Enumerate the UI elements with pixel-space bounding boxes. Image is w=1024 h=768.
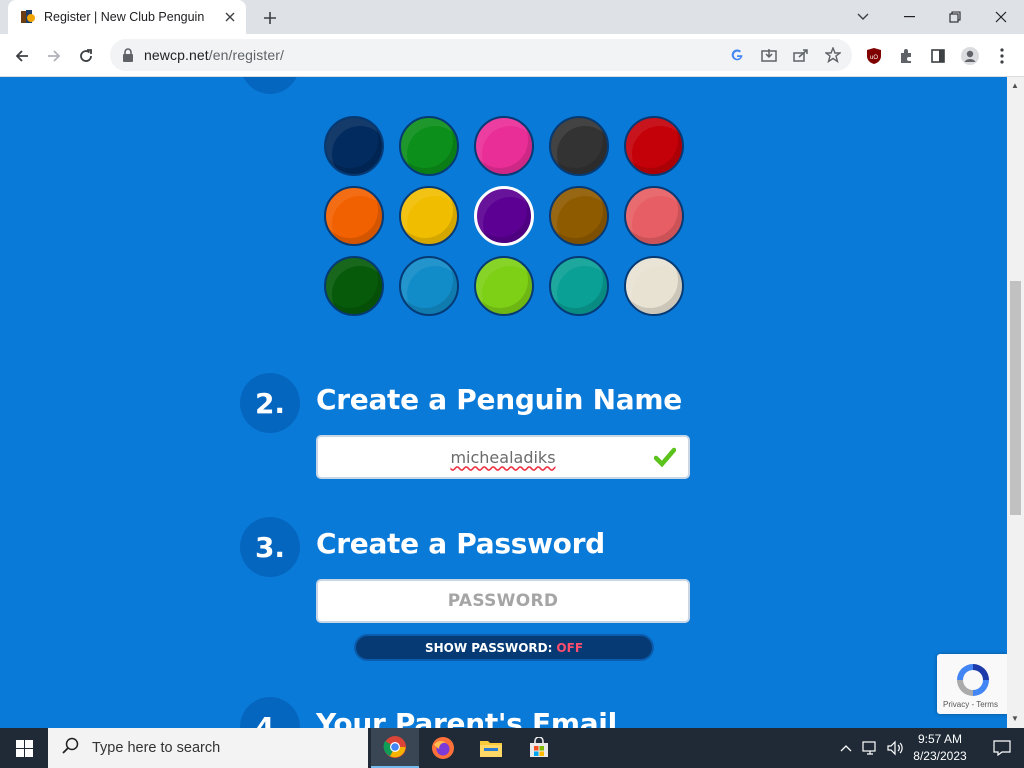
recaptcha-badge[interactable]: Privacy - Terms	[937, 654, 1007, 714]
color-swatch-light-blue[interactable]	[399, 256, 459, 316]
chrome-taskbar-icon[interactable]	[371, 728, 419, 768]
clock-time: 9:57 AM	[917, 732, 963, 746]
google-icon[interactable]	[728, 46, 746, 64]
color-swatch-orange[interactable]	[324, 186, 384, 246]
reload-icon[interactable]	[72, 42, 100, 70]
search-icon	[62, 737, 80, 760]
color-swatch-green[interactable]	[399, 116, 459, 176]
tab-title: Register | New Club Penguin	[44, 10, 205, 24]
browser-tab[interactable]: Register | New Club Penguin	[8, 0, 246, 34]
step-circle-4: 4.	[240, 697, 300, 728]
windows-start-icon[interactable]	[0, 728, 48, 768]
step-circle-3: 3.	[240, 517, 300, 577]
svg-text:uO: uO	[870, 55, 878, 61]
lock-icon[interactable]	[122, 48, 136, 62]
share-icon[interactable]	[792, 46, 810, 64]
close-window-icon[interactable]	[978, 0, 1024, 34]
scroll-down-arrow-icon[interactable]: ▼	[1011, 714, 1019, 723]
volume-icon[interactable]	[885, 738, 905, 758]
color-swatch-aqua[interactable]	[549, 256, 609, 316]
install-icon[interactable]	[760, 46, 778, 64]
new-tab-icon[interactable]	[258, 6, 282, 30]
color-swatch-arctic-white[interactable]	[624, 256, 684, 316]
tab-search-icon[interactable]	[840, 0, 886, 34]
parent-email-heading: Your Parent's Email	[316, 707, 617, 728]
color-swatch-purple[interactable]	[474, 186, 534, 246]
profile-avatar-icon[interactable]	[956, 42, 984, 70]
register-page: 2. Create a Penguin Name michealadiks 3.…	[0, 77, 1007, 728]
color-swatch-peach[interactable]	[624, 186, 684, 246]
clock-date: 8/23/2023	[913, 749, 967, 763]
scroll-thumb[interactable]	[1010, 281, 1021, 515]
url-text: newcp.net/en/register/	[144, 47, 284, 63]
microsoft-store-taskbar-icon[interactable]	[515, 728, 563, 768]
show-password-label: SHOW PASSWORD:	[424, 640, 553, 655]
tray-chevron-up-icon[interactable]	[836, 738, 856, 758]
scroll-up-arrow-icon[interactable]: ▲	[1011, 81, 1019, 90]
color-swatch-pink[interactable]	[474, 116, 534, 176]
page-scrollbar[interactable]: ▲ ▼	[1007, 77, 1024, 728]
password-heading: Create a Password	[316, 527, 605, 560]
taskbar-search-placeholder: Type here to search	[92, 740, 221, 756]
password-placeholder: PASSWORD	[447, 591, 559, 611]
color-swatch-red[interactable]	[624, 116, 684, 176]
recaptcha-icon	[953, 660, 993, 700]
address-bar[interactable]: newcp.net/en/register/	[110, 39, 852, 71]
url-path: /en/register/	[208, 47, 284, 63]
url-host: newcp.net	[144, 47, 209, 63]
side-panel-icon[interactable]	[924, 42, 952, 70]
password-input[interactable]: PASSWORD	[316, 579, 690, 623]
checkmark-icon	[654, 447, 676, 467]
ublock-icon[interactable]: uO	[860, 42, 888, 70]
notification-center-icon[interactable]	[980, 728, 1024, 768]
color-swatch-yellow[interactable]	[399, 186, 459, 246]
color-swatch-dark-blue[interactable]	[324, 116, 384, 176]
minimize-icon[interactable]	[886, 0, 932, 34]
color-swatch-lime[interactable]	[474, 256, 534, 316]
penguin-favicon-icon	[20, 9, 36, 25]
color-swatch-brown[interactable]	[549, 186, 609, 246]
recaptcha-links[interactable]: Privacy - Terms	[943, 700, 998, 709]
penguin-name-value: michealadiks	[450, 447, 556, 467]
extensions-icon[interactable]	[892, 42, 920, 70]
bookmark-star-icon[interactable]	[824, 46, 842, 64]
file-explorer-taskbar-icon[interactable]	[467, 728, 515, 768]
forward-icon[interactable]	[40, 42, 68, 70]
back-icon[interactable]	[8, 42, 36, 70]
chrome-menu-icon[interactable]	[988, 42, 1016, 70]
windows-taskbar: Type here to search 9:57 AM 8/23/2023	[0, 728, 1024, 768]
color-swatch-black[interactable]	[549, 116, 609, 176]
restore-icon[interactable]	[932, 0, 978, 34]
network-icon[interactable]	[861, 738, 881, 758]
firefox-taskbar-icon[interactable]	[419, 728, 467, 768]
browser-toolbar: newcp.net/en/register/ uO	[0, 34, 1024, 77]
taskbar-clock[interactable]: 9:57 AM 8/23/2023	[904, 731, 976, 765]
penguin-name-heading: Create a Penguin Name	[316, 383, 682, 416]
taskbar-search-box[interactable]: Type here to search	[48, 728, 368, 768]
browser-titlebar: Register | New Club Penguin	[0, 0, 1024, 34]
step-circle-1	[240, 77, 300, 94]
show-password-toggle[interactable]: SHOW PASSWORD: OFF	[354, 634, 654, 661]
color-swatch-dark-green[interactable]	[324, 256, 384, 316]
close-tab-icon[interactable]	[220, 7, 240, 27]
show-password-state: OFF	[556, 640, 584, 655]
step-circle-2: 2.	[240, 373, 300, 433]
penguin-name-input[interactable]: michealadiks	[316, 435, 690, 479]
